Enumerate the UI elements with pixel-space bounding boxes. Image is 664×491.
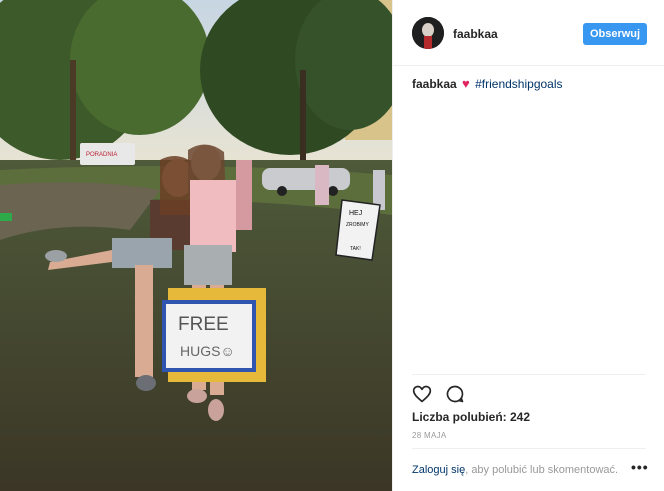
follow-button[interactable]: Obserwuj: [583, 23, 647, 45]
photo-scene: PORADNIA HEJ ZROBIMY TAK! FREE HUGS☺: [0, 0, 392, 491]
post-sidebar: faabkaa Obserwuj faabkaa ♥ #friendshipgo…: [392, 0, 664, 491]
likes-count[interactable]: Liczba polubień: 242: [412, 410, 530, 424]
instagram-post-view: PORADNIA HEJ ZROBIMY TAK! FREE HUGS☺ faa…: [0, 0, 664, 491]
caption-username[interactable]: faabkaa: [412, 77, 457, 91]
comment-bubble-icon[interactable]: [445, 384, 465, 404]
divider: [412, 374, 646, 375]
svg-text:HEJ: HEJ: [349, 210, 362, 217]
post-date[interactable]: 28 MAJA: [412, 431, 447, 440]
svg-text:ZROBIMY: ZROBIMY: [346, 222, 369, 228]
svg-text:PORADNIA: PORADNIA: [86, 152, 117, 158]
login-prompt-text: , aby polubić lub skomentować.: [465, 464, 619, 476]
svg-text:FREE: FREE: [178, 314, 229, 335]
van: PORADNIA: [80, 143, 135, 165]
svg-text:HUGS☺: HUGS☺: [180, 343, 235, 359]
chalk-board-sign: HEJ ZROBIMY TAK!: [335, 199, 381, 261]
avatar-image: [412, 17, 444, 49]
login-prompt: Zaloguj się, aby polubić lub skomentować…: [412, 464, 618, 476]
post-photo[interactable]: PORADNIA HEJ ZROBIMY TAK! FREE HUGS☺: [0, 0, 392, 491]
username[interactable]: faabkaa: [453, 27, 498, 41]
red-heart-icon: ♥: [462, 76, 470, 91]
login-link[interactable]: Zaloguj się: [412, 464, 465, 476]
svg-text:TAK!: TAK!: [350, 246, 361, 252]
post-caption: faabkaa ♥ #friendshipgoals: [412, 76, 563, 91]
avatar[interactable]: [412, 17, 444, 49]
heart-outline-icon[interactable]: [412, 384, 432, 404]
post-header: faabkaa Obserwuj: [393, 0, 664, 66]
divider: [412, 448, 646, 449]
free-hugs-sign: FREE HUGS☺: [162, 288, 266, 382]
more-dots-icon[interactable]: •••: [631, 459, 649, 475]
hashtag-link[interactable]: #friendshipgoals: [475, 77, 562, 91]
